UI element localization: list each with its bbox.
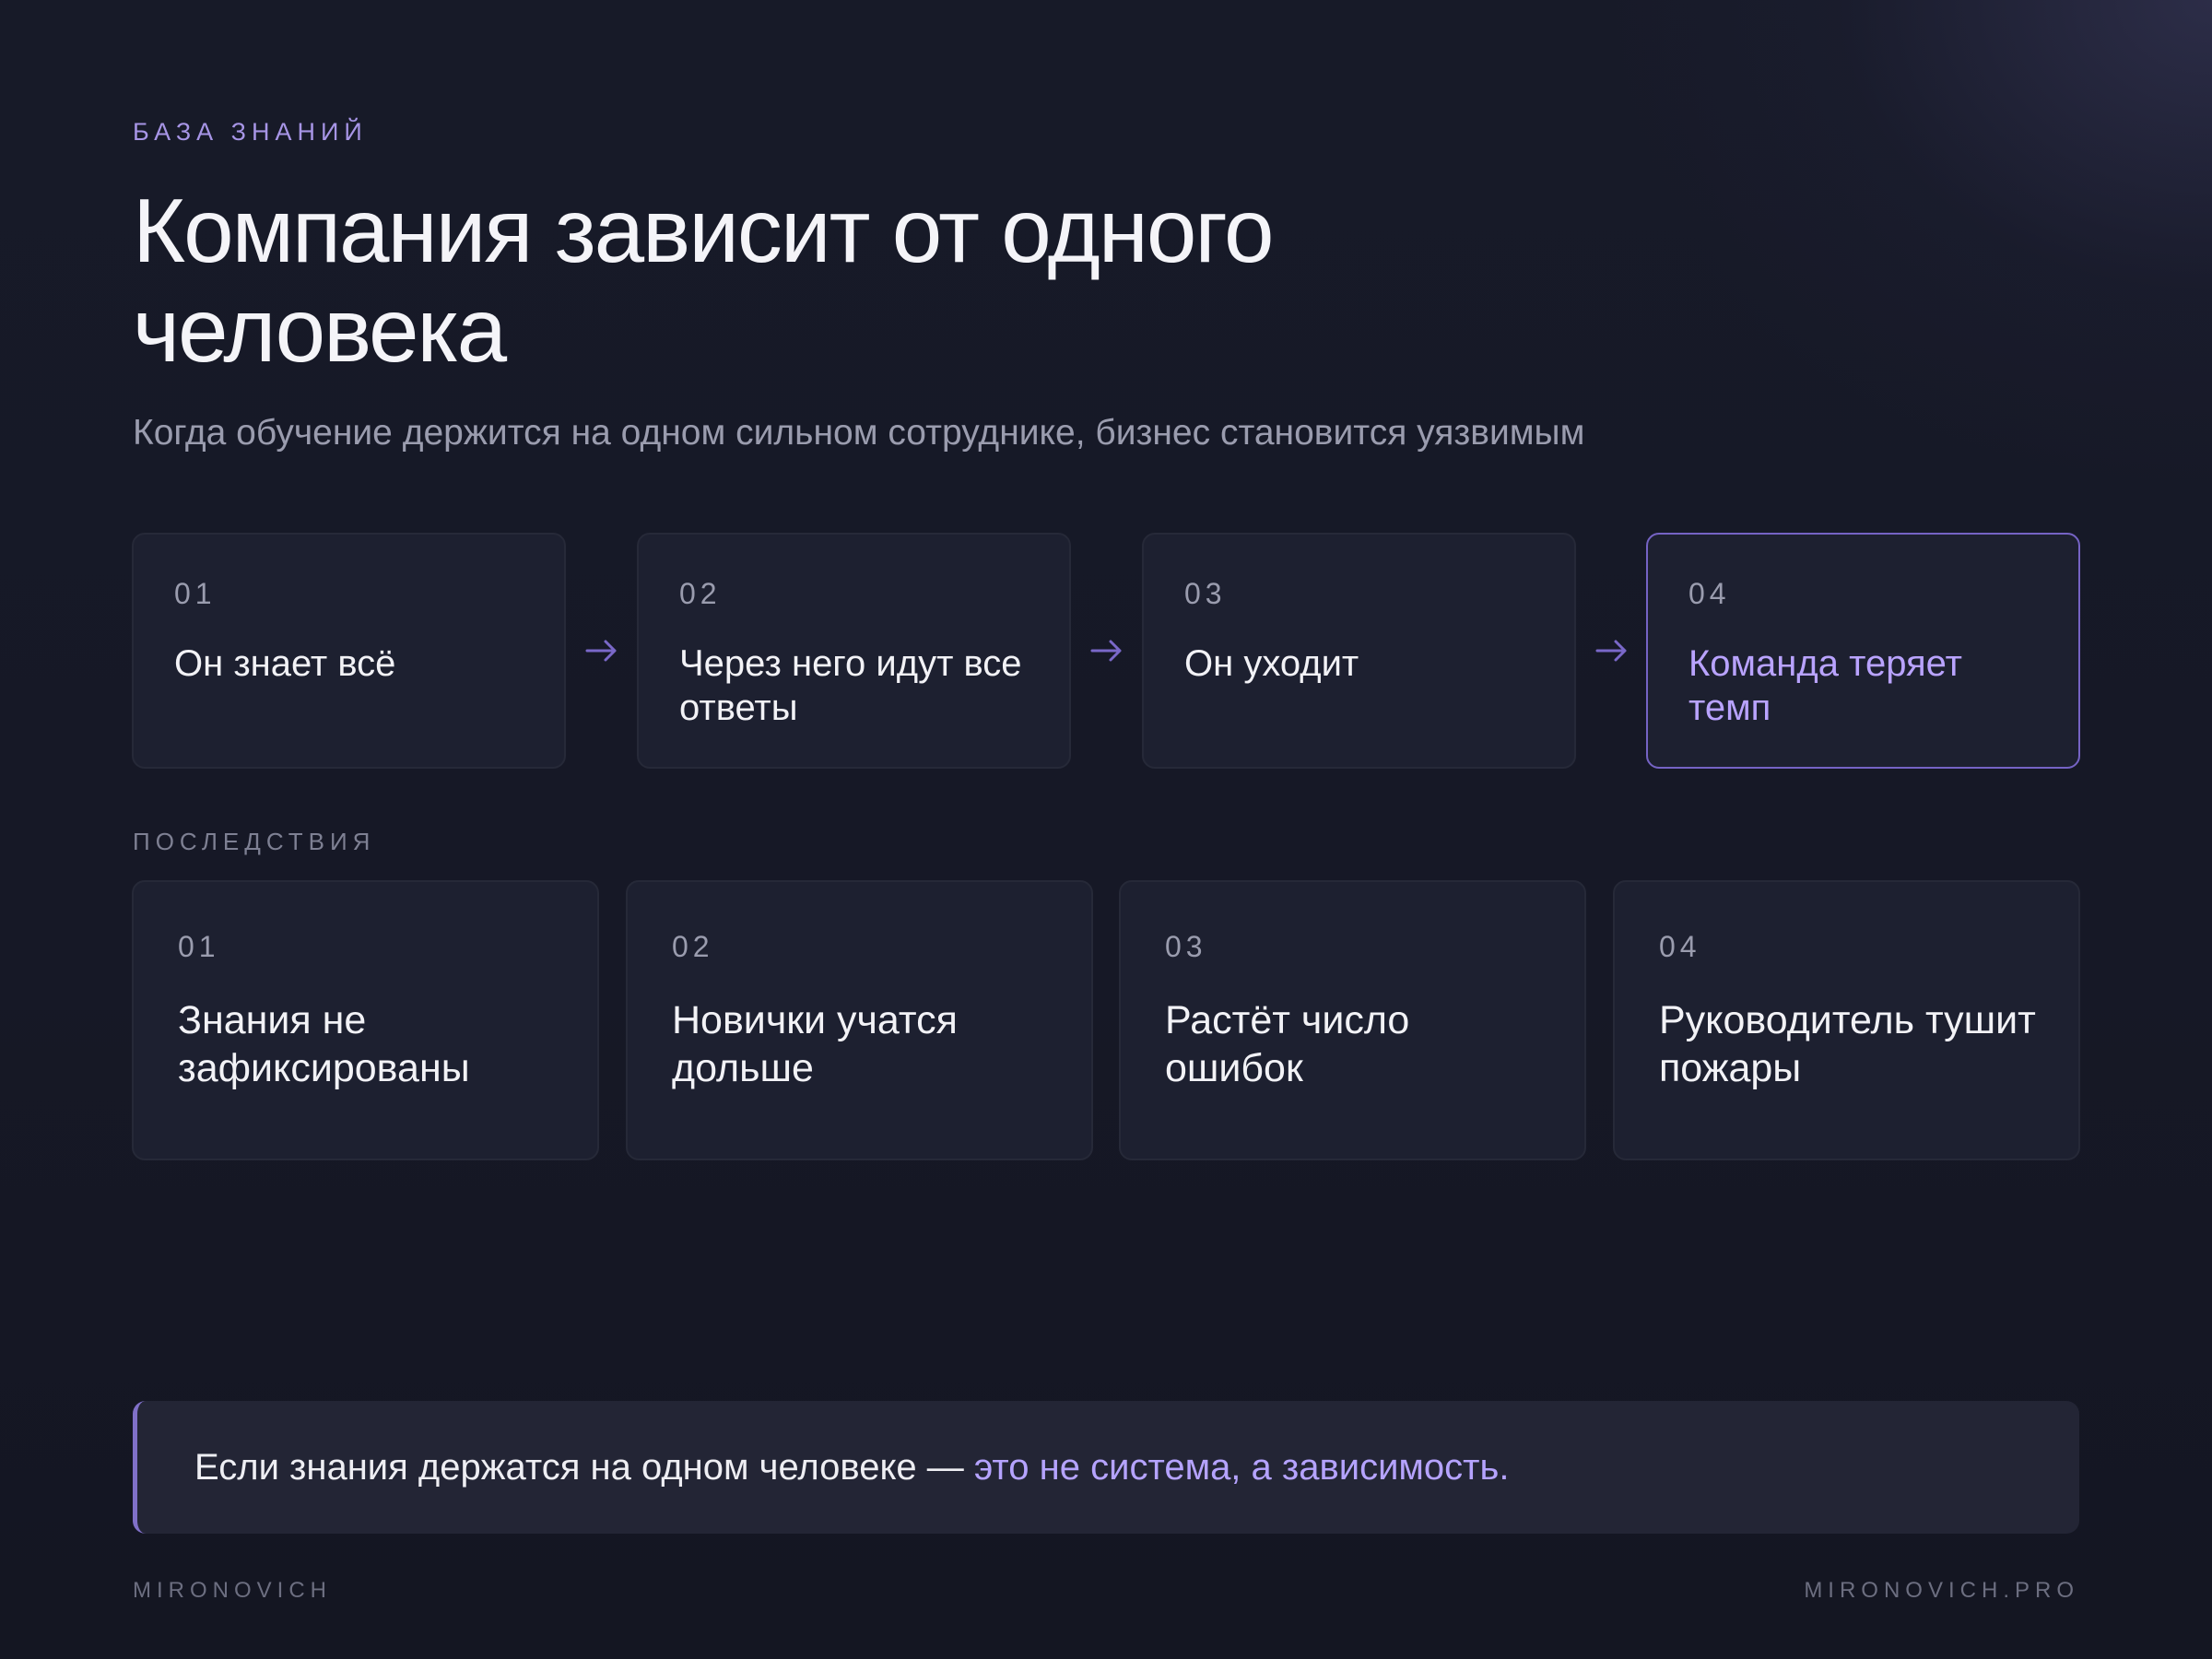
step-card-3: 03 Он уходит	[1142, 533, 1576, 769]
card-number: 01	[178, 930, 220, 963]
page-subtitle: Когда обучение держится на одном сильном…	[133, 413, 1585, 453]
card-text: Знания не зафиксированы	[178, 998, 470, 1090]
step-number: 04	[1688, 577, 1731, 610]
step-text: Через него идут все ответы	[679, 643, 1022, 728]
card-text: Растёт число ошибок	[1165, 998, 1410, 1090]
consequence-card-4: 04 Руководитель тушит пожары	[1613, 880, 2080, 1160]
callout-lead: Если знания держатся на одном человеке —	[194, 1446, 974, 1488]
callout-quote: Если знания держатся на одном человеке —…	[133, 1401, 2079, 1534]
step-number: 01	[174, 577, 217, 610]
consequences-grid: 01 Знания не зафиксированы 02 Новички уч…	[132, 880, 2080, 1160]
consequence-card-2: 02 Новички учатся дольше	[626, 880, 1093, 1160]
step-text: Он уходит	[1184, 643, 1359, 684]
process-steps: 01 Он знает всё 02 Через него идут все о…	[132, 533, 2080, 769]
step-number: 03	[1184, 577, 1227, 610]
slide: БАЗА ЗНАНИЙ Компания зависит от одного ч…	[0, 0, 2212, 1659]
callout-highlight: это не система, а зависимость.	[973, 1446, 1510, 1488]
card-number: 02	[672, 930, 714, 963]
step-card-1: 01 Он знает всё	[132, 533, 566, 769]
card-text: Новички учатся дольше	[672, 998, 958, 1090]
consequence-card-1: 01 Знания не зафиксированы	[132, 880, 599, 1160]
card-number: 03	[1165, 930, 1207, 963]
eyebrow-label: БАЗА ЗНАНИЙ	[133, 118, 368, 146]
step-text: Он знает всё	[174, 643, 396, 684]
step-card-4-highlighted: 04 Команда теряет темп	[1646, 533, 2080, 769]
page-title: Компания зависит от одного человека	[133, 180, 1275, 381]
card-text: Руководитель тушит пожары	[1659, 998, 2036, 1090]
arrow-right-icon	[585, 640, 617, 662]
consequences-label: ПОСЛЕДСТВИЯ	[133, 828, 376, 855]
footer-brand: MIRONOVICH	[133, 1578, 332, 1603]
arrow-right-icon	[1595, 640, 1627, 662]
step-number: 02	[679, 577, 722, 610]
step-text: Команда теряет темп	[1688, 643, 1962, 728]
card-number: 04	[1659, 930, 1701, 963]
arrow-right-icon	[1090, 640, 1122, 662]
consequence-card-3: 03 Растёт число ошибок	[1119, 880, 1586, 1160]
step-card-2: 02 Через него идут все ответы	[637, 533, 1071, 769]
footer-website: MIRONOVICH.PRO	[1804, 1578, 2079, 1603]
